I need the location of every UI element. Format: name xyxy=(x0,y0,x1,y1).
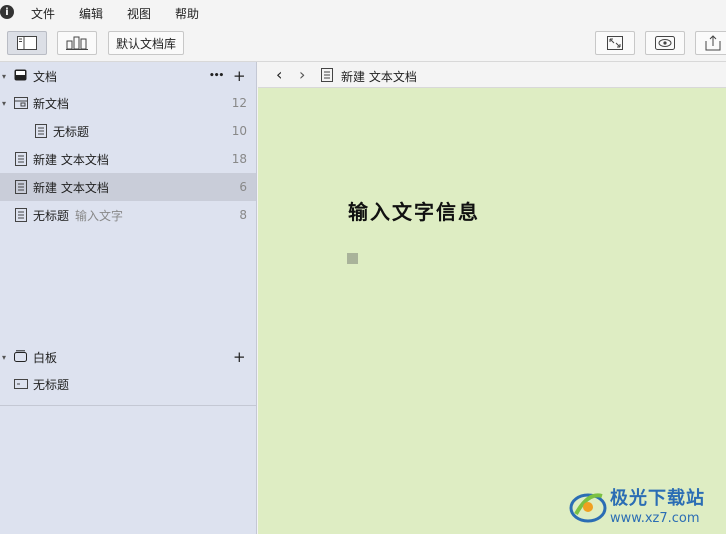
library-name-button[interactable]: 默认文档库 xyxy=(108,31,184,55)
sidebar-item-preview: 输入文字 xyxy=(75,208,124,223)
sidebar-layout-icon xyxy=(17,36,37,50)
document-icon xyxy=(15,180,27,194)
menu-view[interactable]: 视图 xyxy=(127,5,151,22)
document-heading[interactable]: 输入文字信息 xyxy=(348,196,480,225)
watermark-title: 极光下载站 xyxy=(610,488,705,509)
sidebar-item-label: 新建 文本文档 xyxy=(33,152,109,167)
list-item[interactable]: ▾ 新文档 12 xyxy=(0,89,256,117)
chevron-down-icon[interactable]: ▾ xyxy=(2,72,6,81)
list-item[interactable]: 无标题 输入文字 8 xyxy=(0,201,256,229)
sidebar-item-title: 无标题 xyxy=(33,208,70,223)
forward-button[interactable]: › xyxy=(299,65,305,84)
fullscreen-button[interactable] xyxy=(595,31,635,55)
breadcrumb-title: 新建 文本文档 xyxy=(341,70,417,84)
sidebar-item-label: 无标题 xyxy=(33,377,70,392)
sidebar: ▾ 文档 ••• + ▾ 新文档 12 无标题 10 新建 文本文档 18 新建… xyxy=(0,62,257,534)
toggle-sidebar-button[interactable] xyxy=(7,31,47,55)
preview-button[interactable] xyxy=(645,31,685,55)
sidebar-item-label: 无标题 xyxy=(53,124,90,139)
sidebar-item-label: 无标题 输入文字 xyxy=(33,207,123,224)
list-item[interactable]: 无标题 10 xyxy=(0,117,256,145)
back-button[interactable]: ‹ xyxy=(276,65,282,84)
app-logo-icon[interactable]: i xyxy=(0,5,14,19)
menu-edit[interactable]: 编辑 xyxy=(79,5,103,22)
menu-file[interactable]: 文件 xyxy=(31,5,55,22)
chevron-down-icon[interactable]: ▾ xyxy=(2,353,6,362)
watermark-logo-icon xyxy=(569,493,607,523)
whiteboard-doc-icon xyxy=(14,379,28,389)
library-icon xyxy=(66,36,88,50)
editor-header: ‹ › 新建 文本文档 xyxy=(258,62,726,88)
document-icon xyxy=(35,124,47,138)
inbox-icon xyxy=(14,69,27,81)
add-document-button[interactable]: + xyxy=(233,67,246,85)
section-divider xyxy=(0,405,257,406)
menu-help[interactable]: 帮助 xyxy=(175,5,199,22)
documents-section-header[interactable]: ▾ 文档 ••• + xyxy=(0,63,257,89)
whiteboard-section-title: 白板 xyxy=(33,350,58,365)
add-whiteboard-button[interactable]: + xyxy=(233,348,246,366)
item-count: 18 xyxy=(231,152,247,166)
list-item[interactable]: 新建 文本文档 18 xyxy=(0,145,256,173)
item-count: 8 xyxy=(239,208,247,222)
share-export-button[interactable] xyxy=(695,31,726,55)
eye-icon xyxy=(655,36,675,50)
document-icon xyxy=(15,208,27,222)
document-icon xyxy=(15,152,27,166)
item-count: 12 xyxy=(231,96,247,110)
whiteboard-section-header[interactable]: ▾ 白板 + xyxy=(0,344,257,370)
share-icon xyxy=(705,35,721,51)
more-options-icon[interactable]: ••• xyxy=(209,71,224,81)
folder-icon xyxy=(14,97,28,109)
documents-section-title: 文档 xyxy=(33,69,58,84)
item-count: 6 xyxy=(239,180,247,194)
watermark-url: www.xz7.com xyxy=(610,511,700,526)
library-switch-button[interactable] xyxy=(57,31,97,55)
toolbar: 默认文档库 xyxy=(0,24,726,62)
text-cursor xyxy=(347,253,358,264)
watermark: 极光下载站 www.xz7.com xyxy=(566,482,722,530)
sidebar-item-label: 新文档 xyxy=(33,96,70,111)
list-item-selected[interactable]: 新建 文本文档 6 xyxy=(0,173,256,201)
menu-bar: i 文件 编辑 视图 帮助 xyxy=(0,0,726,24)
whiteboard-icon xyxy=(14,350,27,362)
list-item[interactable]: 无标题 xyxy=(0,370,256,398)
expand-icon xyxy=(607,36,623,50)
editor-canvas[interactable]: 输入文字信息 极光下载站 www.xz7.com xyxy=(258,88,726,534)
document-icon xyxy=(321,68,333,82)
sidebar-item-label: 新建 文本文档 xyxy=(33,180,109,195)
chevron-down-icon[interactable]: ▾ xyxy=(2,99,6,108)
item-count: 10 xyxy=(231,124,247,138)
